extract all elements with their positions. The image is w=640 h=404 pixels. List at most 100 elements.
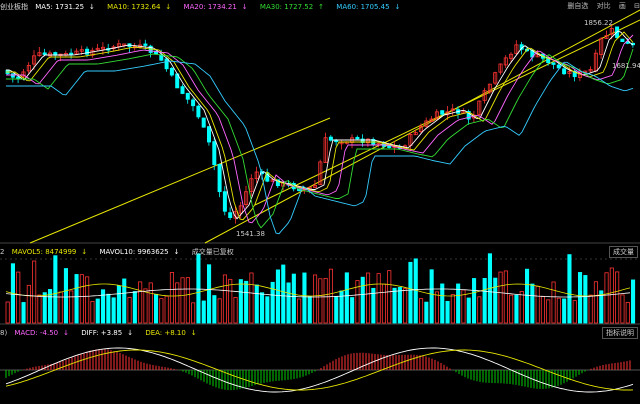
volume-bar <box>572 300 577 324</box>
volume-bar <box>90 301 95 324</box>
price-legend: 创业板指 MA5: 1731.25 ↓ MA10: 1732.64 ↓ MA20: … <box>0 0 410 14</box>
volume-bar <box>159 298 164 324</box>
volume-bar <box>387 270 392 324</box>
volume-bar <box>153 293 159 324</box>
remove-watchlist-button[interactable]: 删自选 <box>567 2 588 10</box>
volume-bar <box>297 298 302 324</box>
candlestick <box>355 136 360 140</box>
volume-bar <box>201 300 206 324</box>
candlestick <box>206 126 211 143</box>
right-price-label: 1681.94 <box>612 62 640 70</box>
volume-bar <box>143 288 148 324</box>
trend-channel-base <box>29 117 331 244</box>
volume-bar <box>482 278 487 324</box>
ma20-value: MA20: 1734.21 ↓ <box>183 3 248 11</box>
volume-bar <box>116 285 122 324</box>
candlestick <box>42 52 47 55</box>
volume-bar <box>196 253 201 324</box>
volume-bar <box>122 278 127 324</box>
volume-indicator-tag[interactable]: 成交量 <box>609 246 638 258</box>
candlestick <box>562 68 567 75</box>
volume-bar <box>625 302 630 324</box>
candlestick <box>169 67 174 76</box>
volume-bar <box>583 275 588 324</box>
volume-bar <box>471 278 477 324</box>
volume-bar <box>535 285 540 324</box>
indicator-help-tag[interactable]: 指标说明 <box>602 327 638 339</box>
volume-bar <box>509 294 514 324</box>
volume-bar <box>212 295 217 324</box>
candlestick <box>180 86 185 94</box>
volume-bar <box>244 280 249 324</box>
volume-bar <box>562 298 567 324</box>
ma60-value: MA60: 1705.45 ↓ <box>336 3 401 11</box>
volume-bar <box>365 272 371 324</box>
volume-bar <box>233 296 238 324</box>
layout-icon[interactable]: ⊟ <box>634 2 640 10</box>
volume-legend: 2 MAVOL5: 8474999 ↓ MAVOL10: 9963625 ↓ 成交量… <box>0 245 239 259</box>
volume-bar <box>254 284 259 324</box>
volume-bar <box>111 297 116 324</box>
candlestick <box>217 164 222 193</box>
dea-value: DEA: +8.10 ↓ <box>145 329 197 337</box>
volume-bar <box>397 287 402 324</box>
volume-prefix: 2 <box>0 248 5 256</box>
volume-bar <box>551 281 556 324</box>
volume-bar <box>620 294 625 324</box>
volume-bar <box>530 283 535 324</box>
volume-bar <box>16 271 21 324</box>
volume-bar <box>63 268 69 324</box>
volume-bar <box>328 268 333 324</box>
candlestick <box>10 73 15 78</box>
macd-value: MACD: -4.50 ↓ <box>14 329 69 337</box>
volume-bar <box>164 295 169 324</box>
stock-chart-window: 1856.22 1541.38 1681.94 创业板指 MA5: 1731.25 ↓… <box>0 0 640 404</box>
volume-bar <box>323 277 328 324</box>
candlestick <box>620 38 625 42</box>
volume-bar <box>593 281 598 324</box>
volume-bar <box>265 296 270 324</box>
ma60-line <box>6 60 634 235</box>
ma30-value: MA30: 1727.52 ↑ <box>259 3 325 11</box>
volume-bar <box>376 273 381 324</box>
volume-bar <box>578 272 583 324</box>
toolbar: 删自选 对比 画 ⊟ <box>561 0 640 12</box>
low-price-label: 1541.38 <box>236 230 265 238</box>
volume-bar <box>206 264 212 324</box>
candlestick <box>212 141 217 166</box>
volume-bar <box>69 290 74 324</box>
volume-bar <box>588 294 593 324</box>
volume-bar <box>5 301 10 324</box>
volume-bar <box>450 294 455 324</box>
volume-bar <box>32 260 37 324</box>
volume-bar <box>127 296 132 324</box>
volume-bar <box>238 279 243 324</box>
volume-bar <box>546 299 551 324</box>
volume-bar <box>275 269 280 324</box>
chart-canvas: 1856.22 1541.38 1681.94 <box>0 9 640 393</box>
volume-bar <box>493 277 498 324</box>
volume-bar <box>286 282 291 324</box>
volume-bar <box>312 274 318 324</box>
diff-value: DIFF: +3.85 ↓ <box>81 329 134 337</box>
compare-button[interactable]: 对比 <box>597 2 611 10</box>
volume-bar <box>169 272 175 324</box>
macd-legend: 8) MACD: -4.50 ↓ DIFF: +3.85 ↓ DEA: +8.10 ↓ <box>0 326 207 340</box>
volume-bar <box>222 274 228 324</box>
volume-bar <box>350 297 355 324</box>
volume-bar <box>106 293 111 324</box>
candlestick <box>143 43 148 46</box>
volume-bar <box>609 267 614 324</box>
volume-bar <box>519 290 524 324</box>
ma10-value: MA10: 1732.64 ↓ <box>107 3 172 11</box>
index-name: 创业板指 <box>0 3 28 11</box>
ma10-line <box>6 31 634 221</box>
volume-bar <box>440 283 445 324</box>
volume-bar <box>79 274 84 324</box>
draw-button[interactable]: 画 <box>619 2 626 10</box>
volume-bar <box>53 255 58 324</box>
volume-bar <box>434 291 439 324</box>
volume-bar <box>85 276 90 324</box>
mavol5-value: MAVOL5: 8474999 ↓ <box>11 248 88 256</box>
volume-bar <box>381 283 386 324</box>
